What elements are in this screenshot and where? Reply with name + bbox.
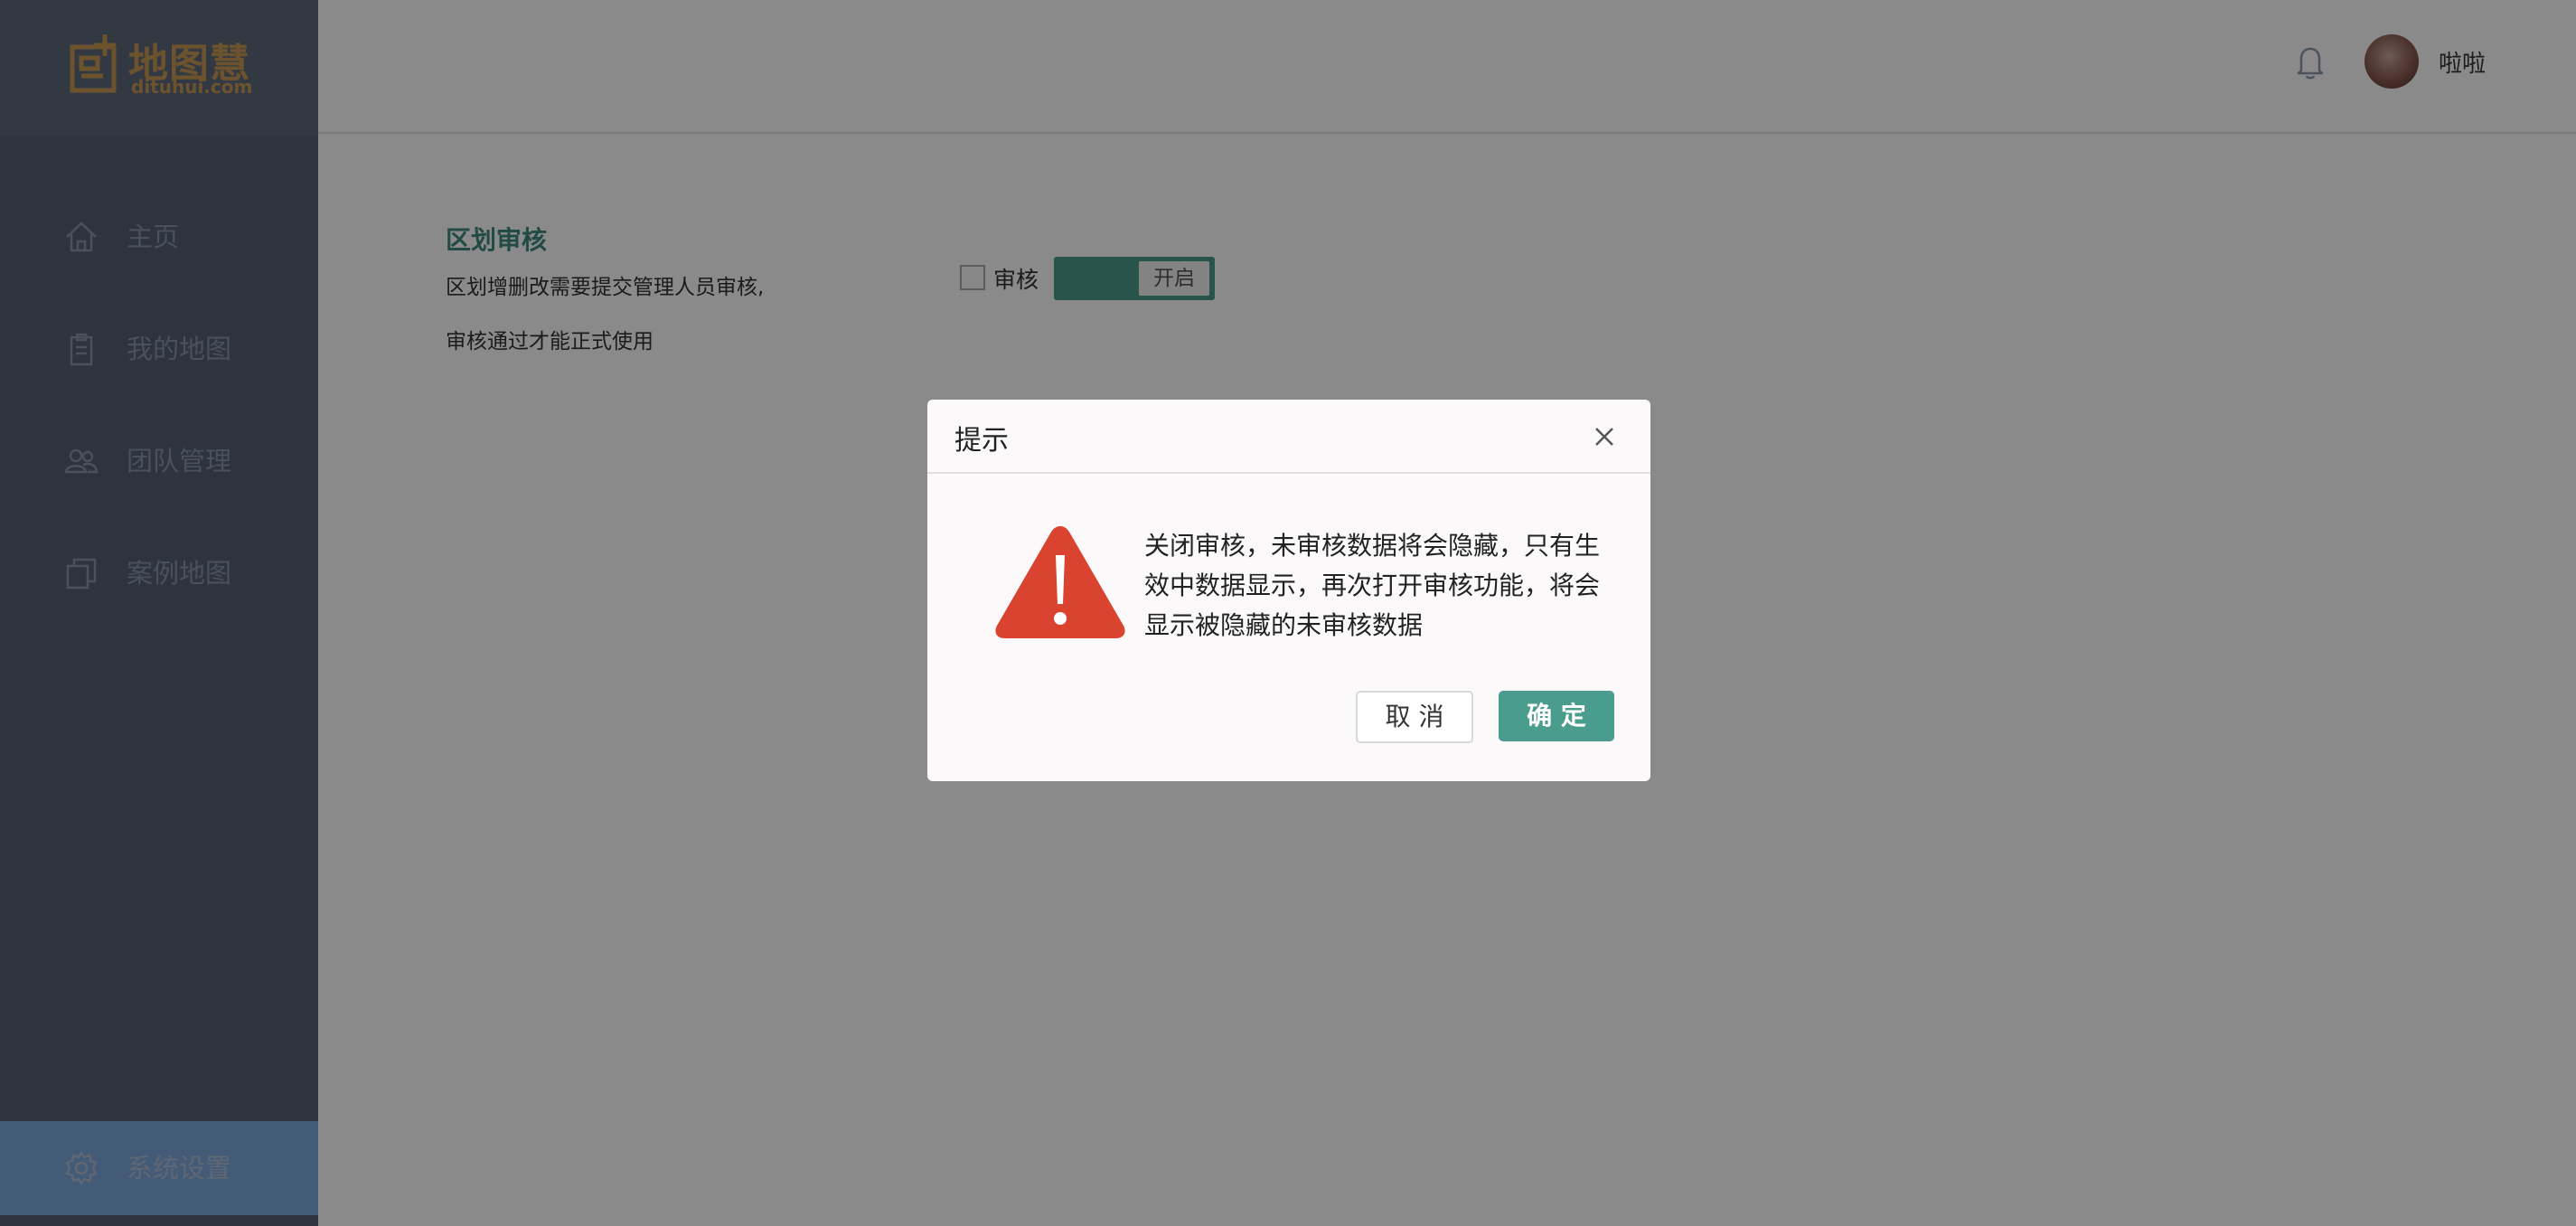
close-icon[interactable] xyxy=(1593,425,1616,448)
warning-icon xyxy=(995,526,1125,638)
dialog-header: 提示 xyxy=(927,400,1650,474)
dialog-message: 关闭审核，未审核数据将会隐藏，只有生效中数据显示，再次打开审核功能，将会显示被隐… xyxy=(1144,531,1601,640)
confirm-button[interactable]: 确 定 xyxy=(1499,691,1614,741)
confirm-dialog: 提示 关闭审核，未审核数据将会隐藏，只有生效中数据显示，再次打开审核功能，将会显… xyxy=(927,400,1650,781)
dialog-title: 提示 xyxy=(954,425,1009,457)
cancel-button[interactable]: 取 消 xyxy=(1356,691,1473,743)
